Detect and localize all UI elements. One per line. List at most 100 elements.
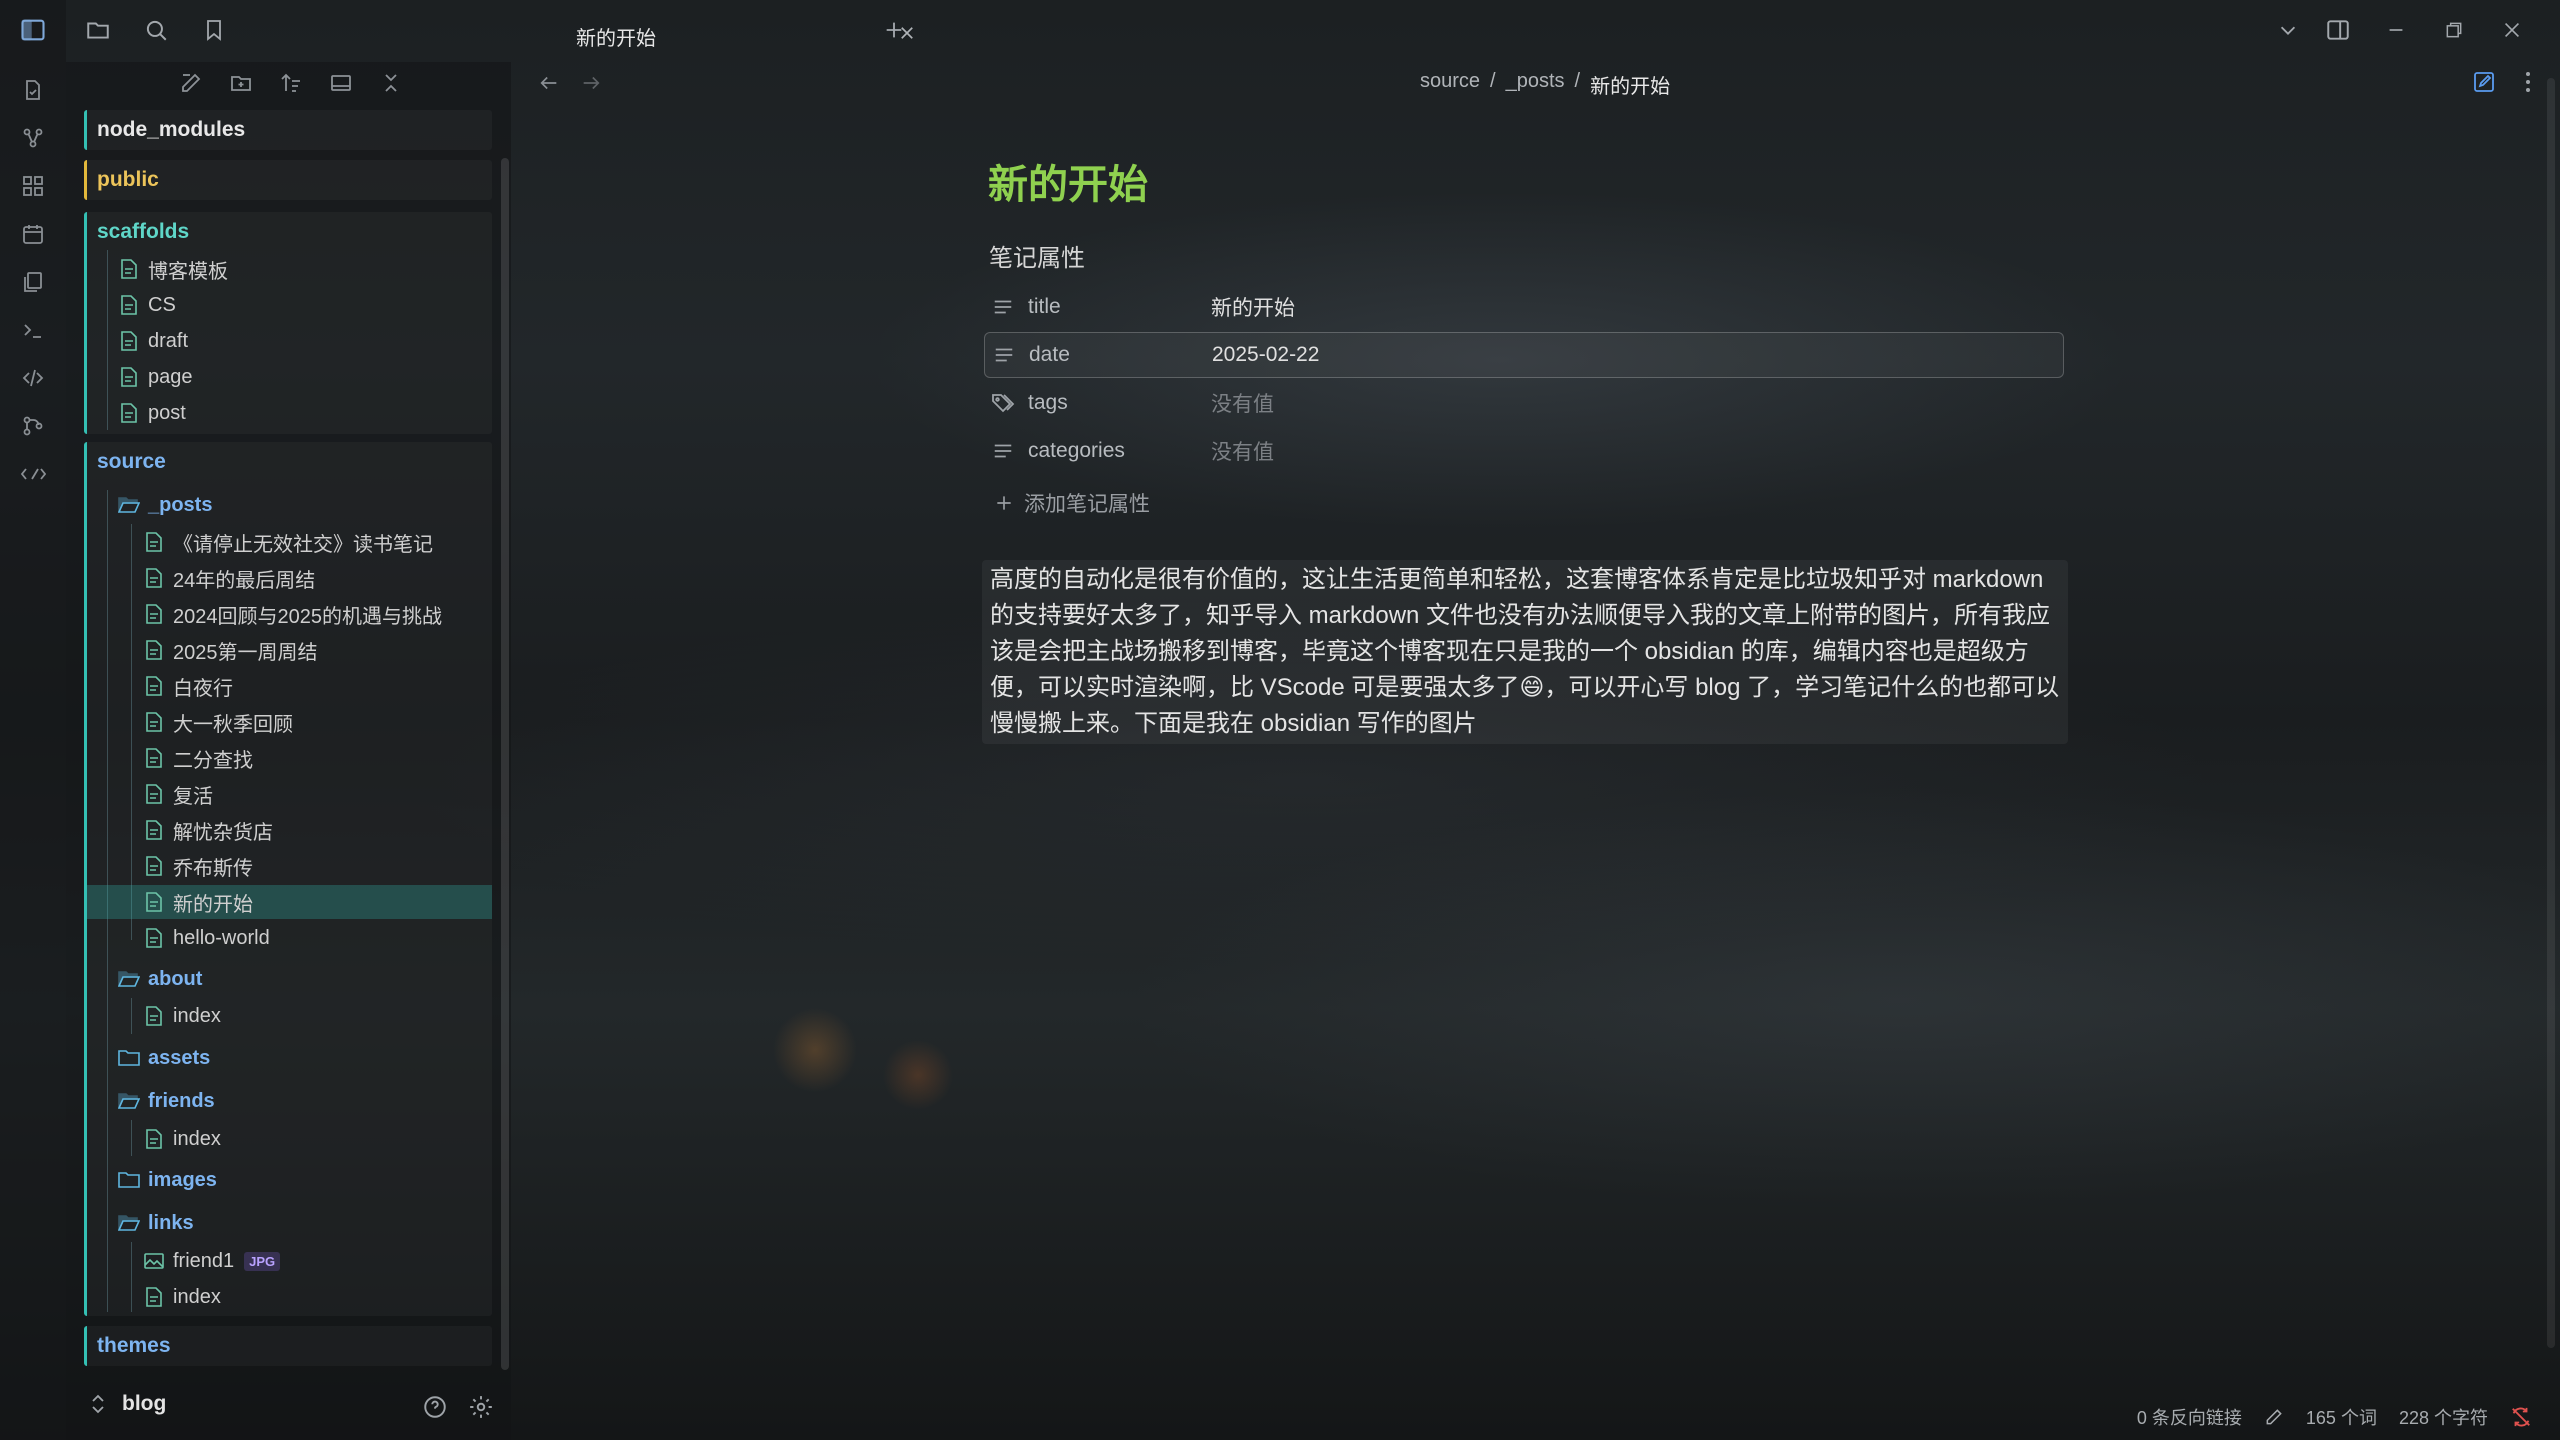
char-count: 228 个字符 [2398, 1408, 2488, 1428]
search-icon[interactable] [138, 12, 174, 48]
file-label: page [148, 365, 193, 388]
forward-arrow-icon[interactable] [576, 68, 606, 98]
more-options-icon[interactable] [2512, 66, 2544, 98]
file-item[interactable]: draft [118, 324, 188, 358]
file-label: index [173, 1285, 221, 1308]
edit-pencil-icon[interactable] [2264, 1407, 2284, 1427]
add-property-label: 添加笔记属性 [1024, 493, 1150, 516]
note-title[interactable]: 新的开始 [988, 152, 1148, 210]
editor-scrollbar[interactable] [2547, 78, 2555, 1348]
git-icon[interactable] [17, 410, 49, 442]
file-item[interactable]: page [118, 360, 193, 394]
right-sidebar-toggle-icon[interactable] [2320, 12, 2356, 48]
folder-label: public [97, 168, 159, 191]
property-row-tags[interactable]: tags 没有值 [984, 380, 2064, 426]
backlinks-count[interactable]: 0 条反向链接 [2137, 1404, 2242, 1430]
file-explorer-icon[interactable] [80, 12, 116, 48]
property-value[interactable]: 没有值 [1211, 388, 1274, 418]
help-icon[interactable] [420, 1392, 450, 1422]
terminal-icon[interactable] [17, 314, 49, 346]
breadcrumb-current[interactable]: 新的开始 [1590, 70, 1670, 99]
file-item[interactable]: 复活 [143, 777, 213, 811]
file-label: friend1 [173, 1249, 235, 1272]
word-count: 165 个词 [2305, 1408, 2377, 1428]
vault-switcher[interactable]: blog [90, 1392, 166, 1416]
tab-title: 新的开始 [576, 28, 656, 50]
file-icon [143, 1286, 165, 1308]
breadcrumb-item[interactable]: _posts [1506, 70, 1565, 99]
folder-links[interactable]: links [118, 1206, 194, 1240]
file-item[interactable]: CS [118, 288, 176, 322]
file-item[interactable]: 《请停止无效社交》读书笔记 [143, 525, 433, 559]
image-file-item[interactable]: friend1 JPG [143, 1244, 281, 1278]
file-item[interactable]: 2025第一周周结 [143, 633, 318, 667]
file-item[interactable]: index [143, 1280, 221, 1314]
sync-error-icon[interactable] [2510, 1406, 2532, 1428]
new-note-icon[interactable] [176, 68, 206, 98]
note-body-paragraph[interactable]: 高度的自动化是很有价值的，这让生活更简单和轻松，这套博客体系肯定是比垃圾知乎对 … [982, 560, 2068, 744]
auto-reveal-icon[interactable] [326, 68, 356, 98]
templates-icon[interactable] [17, 266, 49, 298]
folder-about[interactable]: about [118, 962, 202, 996]
property-row-date[interactable]: date 2025-02-22 [984, 332, 2064, 378]
property-row-title[interactable]: title 新的开始 [984, 284, 2064, 330]
folder-images[interactable]: images [118, 1163, 217, 1197]
new-folder-icon[interactable] [226, 68, 256, 98]
folder-assets[interactable]: assets [118, 1041, 210, 1075]
file-item[interactable]: index [143, 1122, 221, 1156]
restore-icon[interactable] [2436, 12, 2472, 48]
file-item[interactable]: 解忧杂货店 [143, 813, 273, 847]
code-icon[interactable] [17, 362, 49, 394]
close-window-icon[interactable] [2494, 12, 2530, 48]
folder-icon [118, 1169, 140, 1191]
file-item[interactable]: 2024回顾与2025的机遇与挑战 [143, 597, 442, 631]
file-item[interactable]: 乔布斯传 [143, 849, 253, 883]
sidebar-toggle-icon[interactable] [17, 14, 49, 46]
file-item[interactable]: 24年的最后周结 [143, 561, 315, 595]
new-tab-icon[interactable] [876, 12, 912, 48]
folder-group-themes[interactable]: themes [84, 1326, 492, 1366]
file-item[interactable]: 白夜行 [143, 669, 233, 703]
tab-list-chevron-icon[interactable] [2270, 12, 2306, 48]
sort-icon[interactable] [276, 68, 306, 98]
vault-name: blog [122, 1392, 167, 1415]
graph-view-icon[interactable] [17, 122, 49, 154]
open-quick-switcher-icon[interactable] [17, 74, 49, 106]
properties-heading[interactable]: 笔记属性 [989, 238, 1085, 273]
bookmark-icon[interactable] [196, 12, 232, 48]
sidebar-scrollbar[interactable] [501, 158, 509, 1370]
edit-mode-icon[interactable] [2468, 66, 2500, 98]
minimize-icon[interactable] [2378, 12, 2414, 48]
property-value[interactable]: 2025-02-22 [1212, 343, 1319, 367]
file-item[interactable]: hello-world [143, 921, 270, 955]
collapse-all-icon[interactable] [376, 68, 406, 98]
file-item-active[interactable]: 新的开始 [87, 885, 492, 919]
settings-gear-icon[interactable] [466, 1392, 496, 1422]
folder-friends[interactable]: friends [118, 1084, 215, 1118]
file-icon [143, 927, 165, 949]
folder-posts[interactable]: _posts [118, 488, 212, 522]
file-item[interactable]: 二分查找 [143, 741, 253, 775]
breadcrumb-item[interactable]: source [1420, 70, 1480, 99]
property-value[interactable]: 新的开始 [1211, 292, 1295, 322]
property-value[interactable]: 没有值 [1211, 436, 1274, 466]
file-icon [143, 675, 165, 697]
folder-group-node-modules[interactable]: node_modules [84, 110, 492, 150]
file-item[interactable]: 博客模板 [118, 252, 228, 286]
canvas-icon[interactable] [17, 170, 49, 202]
file-item[interactable]: 大一秋季回顾 [143, 705, 293, 739]
file-icon [143, 567, 165, 589]
property-row-categories[interactable]: categories 没有值 [984, 428, 2064, 474]
add-property-button[interactable]: 添加笔记属性 [994, 488, 1150, 518]
folder-open-icon [118, 494, 140, 516]
folder-group-public[interactable]: public [84, 160, 492, 200]
file-icon [143, 531, 165, 553]
folder-label: themes [97, 1334, 171, 1357]
back-arrow-icon[interactable] [534, 68, 564, 98]
file-item[interactable]: post [118, 396, 186, 430]
calendar-icon[interactable] [17, 218, 49, 250]
file-item[interactable]: index [143, 999, 221, 1033]
templater-icon[interactable] [17, 458, 49, 490]
folder-icon [118, 1047, 140, 1069]
file-icon [143, 747, 165, 769]
